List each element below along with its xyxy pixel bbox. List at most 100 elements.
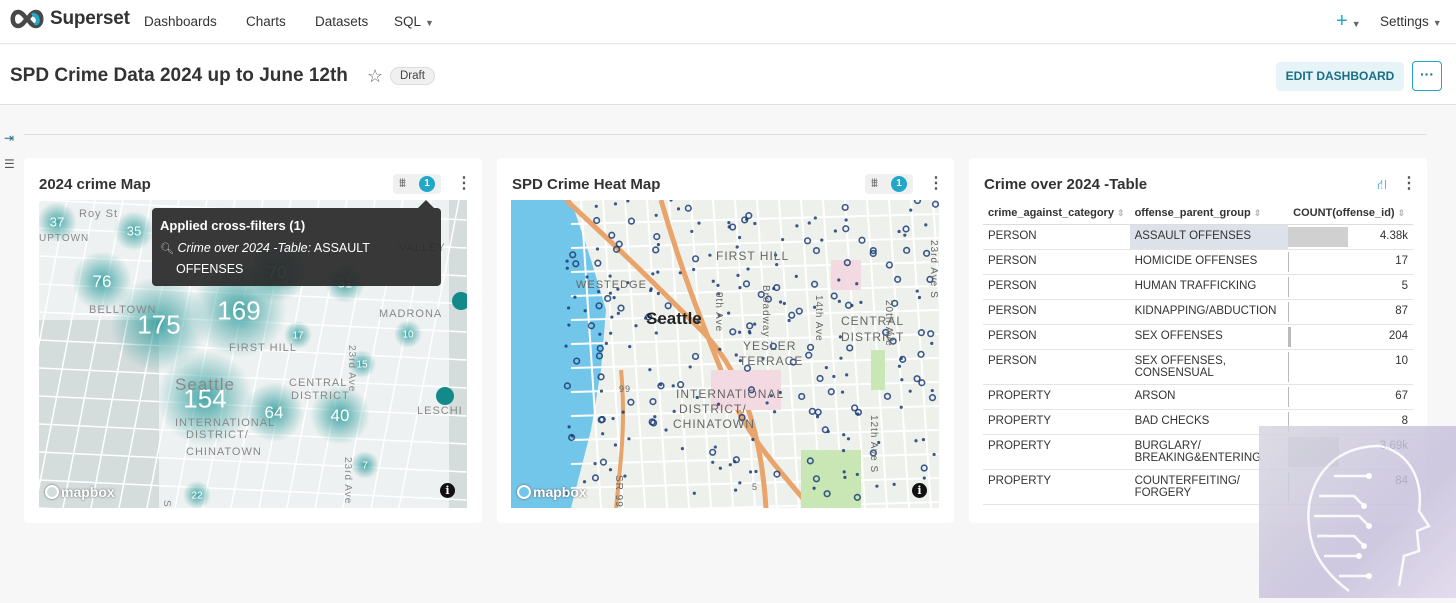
cell-count[interactable]: 17: [1288, 249, 1413, 275]
cluster-count-label: 17: [292, 331, 304, 342]
filter-icon: ⩩: [399, 175, 406, 190]
nav-datasets[interactable]: Datasets: [315, 14, 368, 29]
edit-dashboard-button[interactable]: EDIT DASHBOARD: [1276, 62, 1404, 91]
nav-charts[interactable]: Charts: [246, 14, 286, 29]
cell-count[interactable]: 10: [1288, 349, 1413, 385]
map-place-label: Roy St: [79, 208, 118, 220]
chart-menu-kebab-icon[interactable]: ⋮: [456, 173, 472, 193]
cell-count[interactable]: 204: [1288, 324, 1413, 350]
cross-filter-indicator[interactable]: ⩩ 1: [865, 174, 913, 194]
heat-map[interactable]: FIRST HILL WESTEDGE Seattle CENTRAL DISTRICT…: [511, 200, 939, 508]
cell-category[interactable]: PERSON: [983, 274, 1130, 300]
tooltip-filter-line[interactable]: 🔍︎ Crime over 2024 -Table: ASSAULT: [160, 241, 370, 255]
crime-point: [608, 291, 612, 295]
tooltip-filter-value-cont: OFFENSES: [176, 262, 244, 276]
crime-point: [697, 221, 701, 225]
crime-point: [594, 204, 598, 208]
crime-point: [824, 366, 828, 370]
cross-filter-tooltip: Applied cross-filters (1) 🔍︎ Crime over …: [152, 208, 441, 286]
map-place-label: Broadway: [760, 285, 771, 337]
mapbox-logo[interactable]: mapbox: [45, 484, 115, 500]
table-row[interactable]: PERSON HOMICIDE OFFENSES 17: [983, 249, 1413, 275]
filter-icon: ⩩: [871, 175, 878, 190]
cell-count[interactable]: 67: [1288, 384, 1413, 410]
cell-count[interactable]: 87: [1288, 299, 1413, 325]
cell-category[interactable]: PROPERTY: [983, 434, 1130, 470]
info-icon[interactable]: i: [912, 483, 927, 498]
cell-group[interactable]: SEX OFFENSES: [1129, 324, 1289, 350]
table-row[interactable]: PERSON ASSAULT OFFENSES 4.38k: [983, 224, 1413, 250]
crime-point: [846, 437, 851, 441]
column-header-count[interactable]: COUNT(offense_id) ⇕: [1288, 202, 1413, 225]
map-place-label: INTERNATIONAL: [676, 387, 784, 401]
crime-point: [765, 401, 769, 405]
chart-card-heat-map: SPD Crime Heat Map ⩩ 1 ⋮ FIRST HILL WESTE…: [497, 158, 954, 523]
count-label: 17: [1395, 254, 1408, 267]
cell-group[interactable]: HUMAN TRAFFICKING: [1129, 274, 1289, 300]
cell-category[interactable]: PERSON: [983, 324, 1130, 350]
favorite-star-icon[interactable]: ☆: [367, 66, 383, 87]
cell-category[interactable]: PERSON: [983, 249, 1130, 275]
crime-point: [738, 286, 742, 290]
crime-point: [680, 447, 685, 451]
dashboard-title[interactable]: SPD Crime Data 2024 up to June 12th: [10, 65, 348, 87]
crime-point: [690, 229, 694, 234]
cell-category[interactable]: PROPERTY: [983, 469, 1130, 505]
cross-filter-indicator[interactable]: ⩩ 1: [393, 174, 441, 194]
chart-menu-kebab-icon[interactable]: ⋮: [1401, 173, 1417, 193]
expand-sidebar-icon[interactable]: ⇥: [4, 131, 14, 145]
cell-category[interactable]: PROPERTY: [983, 384, 1130, 410]
table-row[interactable]: PROPERTY ARSON 67: [983, 384, 1413, 410]
crime-point: [859, 300, 863, 304]
table-row[interactable]: PERSON HUMAN TRAFFICKING 5: [983, 274, 1413, 300]
crime-point: [608, 274, 612, 278]
cell-group[interactable]: HOMICIDE OFFENSES: [1129, 249, 1289, 275]
nav-sql[interactable]: SQL ▼: [394, 14, 434, 29]
cell-group[interactable]: ARSON: [1129, 384, 1289, 410]
info-icon[interactable]: i: [440, 483, 455, 498]
draft-badge[interactable]: Draft: [390, 67, 435, 85]
crime-point: [583, 309, 587, 313]
crime-point: [613, 202, 618, 206]
chevron-down-icon: ▼: [425, 18, 434, 28]
superset-logo[interactable]: Superset: [8, 8, 130, 30]
heat-map-canvas: FIRST HILLWESTEDGESeattle CENTRALDISTRICT…: [511, 200, 939, 508]
mapbox-circle-icon: [517, 485, 531, 499]
cell-group[interactable]: ASSAULT OFFENSES: [1129, 224, 1289, 250]
cell-count[interactable]: 4.38k: [1288, 224, 1413, 250]
cell-category[interactable]: PROPERTY: [983, 409, 1130, 435]
map-place-label: BELLTOWN: [89, 304, 157, 316]
crime-point: [656, 270, 660, 274]
map-place-label: CHINATOWN: [673, 417, 755, 431]
column-header-group[interactable]: offense_parent_group ⇕: [1129, 202, 1289, 225]
cell-count[interactable]: 5: [1288, 274, 1413, 300]
table-row[interactable]: PERSON KIDNAPPING/ABDUCTION 87: [983, 299, 1413, 325]
nav-dashboards[interactable]: Dashboards: [144, 14, 217, 29]
crime-point: [672, 409, 676, 413]
column-header-category[interactable]: crime_against_category ⇕: [983, 202, 1130, 225]
table-row[interactable]: PERSON SEX OFFENSES 204: [983, 324, 1413, 350]
filter-lines-icon[interactable]: ☰: [4, 157, 15, 171]
crime-point: [654, 331, 658, 335]
cell-group[interactable]: KIDNAPPING/ABDUCTION: [1129, 299, 1289, 325]
crime-point: [565, 259, 569, 263]
crime-point: [841, 448, 846, 453]
chart-menu-kebab-icon[interactable]: ⋮: [928, 173, 944, 193]
crime-point: [718, 347, 722, 351]
add-new-button[interactable]: + ▼: [1336, 10, 1361, 33]
sort-icon: ⇕: [1117, 207, 1125, 218]
mapbox-logo[interactable]: mapbox: [517, 484, 587, 500]
cell-category[interactable]: PERSON: [983, 349, 1130, 385]
cell-category[interactable]: PERSON: [983, 224, 1130, 250]
cell-category[interactable]: PERSON: [983, 299, 1130, 325]
more-options-button[interactable]: ···: [1412, 61, 1442, 91]
park-area: [871, 350, 885, 390]
crime-point: [676, 207, 681, 211]
map-place-label: 23rd Ave S: [342, 457, 353, 508]
crime-point: [924, 223, 928, 227]
table-row[interactable]: PERSON SEX OFFENSES, CONSENSUAL 10: [983, 349, 1413, 385]
cell-group[interactable]: SEX OFFENSES, CONSENSUAL: [1129, 349, 1289, 385]
map-place-label: YESLER: [743, 339, 796, 353]
settings-menu[interactable]: Settings ▼: [1380, 14, 1442, 29]
cross-filter-source-icon[interactable]: ⛙: [1377, 176, 1387, 195]
